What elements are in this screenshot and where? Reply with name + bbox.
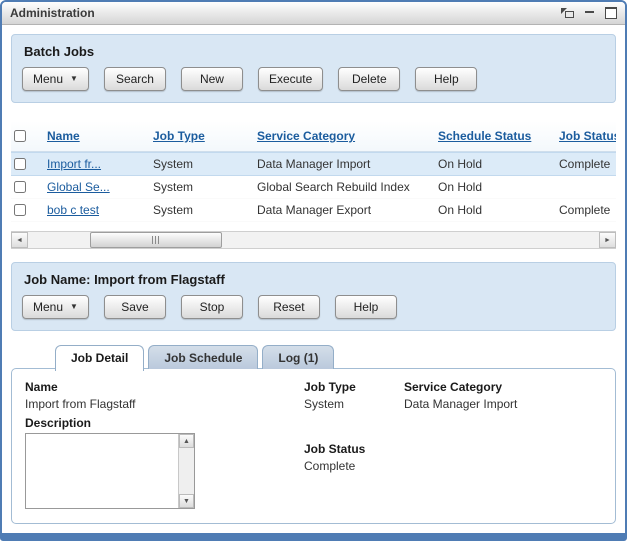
service-category-cell: Data Manager Import	[257, 157, 438, 171]
job-status-cell: Complete	[559, 203, 616, 217]
name-value: Import from Flagstaff	[25, 397, 287, 411]
name-label: Name	[25, 380, 287, 394]
job-type-cell: System	[153, 203, 257, 217]
scroll-left-icon[interactable]: ◄	[11, 232, 28, 248]
job-name-link[interactable]: bob c test	[47, 203, 99, 217]
title-bar: Administration	[2, 2, 625, 25]
schedule-status-cell: On Hold	[438, 157, 559, 171]
description-field[interactable]	[26, 434, 179, 508]
menu-button[interactable]: Menu ▼	[22, 67, 89, 91]
scrollbar-thumb[interactable]	[90, 232, 222, 248]
column-header-service-category[interactable]: Service Category	[257, 129, 355, 143]
service-category-cell: Global Search Rebuild Index	[257, 180, 438, 194]
tab-job-detail[interactable]: Job Detail	[55, 345, 144, 371]
service-category-value: Data Manager Import	[404, 397, 517, 411]
menu-dropdown-icon: ▼	[70, 303, 78, 311]
job-type-label: Job Type	[304, 380, 365, 394]
job-status-cell: Complete	[559, 157, 616, 171]
job-name-title: Job Name: Import from Flagstaff	[24, 272, 605, 287]
menu-button-label: Menu	[33, 300, 63, 314]
help-button[interactable]: Help	[335, 295, 397, 319]
scrollbar-track[interactable]	[28, 232, 599, 248]
undock-window-icon[interactable]	[561, 8, 574, 19]
detail-middle-column: Job Type System Job Status Complete	[304, 380, 365, 478]
scroll-up-icon[interactable]: ▲	[179, 434, 194, 448]
scrollbar-grip-icon	[152, 236, 161, 244]
description-label: Description	[25, 416, 287, 430]
menu-button-label: Menu	[33, 72, 63, 86]
job-toolbar: Menu ▼ Save Stop Reset Help	[22, 295, 605, 319]
horizontal-scrollbar[interactable]: ◄ ►	[11, 231, 616, 249]
description-box: ▲ ▼	[25, 433, 195, 509]
menu-button[interactable]: Menu ▼	[22, 295, 89, 319]
jobs-table: Name Job Type Service Category Schedule …	[11, 121, 616, 249]
scroll-down-icon[interactable]: ▼	[179, 494, 194, 508]
batch-jobs-panel: Batch Jobs Menu ▼ Search New Execute Del…	[11, 34, 616, 103]
row-checkbox[interactable]	[14, 181, 26, 193]
job-type-cell: System	[153, 180, 257, 194]
detail-tabs: Job Detail Job Schedule Log (1)	[55, 345, 616, 369]
window-controls	[561, 7, 617, 19]
select-all-checkbox[interactable]	[14, 130, 26, 142]
table-header-row: Name Job Type Service Category Schedule …	[11, 121, 616, 152]
menu-dropdown-icon: ▼	[70, 75, 78, 83]
detail-right-column: Service Category Data Manager Import	[404, 380, 517, 416]
reset-button[interactable]: Reset	[258, 295, 320, 319]
execute-button[interactable]: Execute	[258, 67, 323, 91]
tab-log[interactable]: Log (1)	[262, 345, 334, 369]
administration-window: Administration Batch Jobs Menu ▼ Search …	[0, 0, 627, 541]
delete-button[interactable]: Delete	[338, 67, 400, 91]
job-type-value: System	[304, 397, 365, 411]
service-category-cell: Data Manager Export	[257, 203, 438, 217]
scroll-right-icon[interactable]: ►	[599, 232, 616, 248]
schedule-status-cell: On Hold	[438, 203, 559, 217]
column-header-schedule-status[interactable]: Schedule Status	[438, 129, 531, 143]
table-row[interactable]: Import fr... System Data Manager Import …	[11, 152, 616, 176]
new-button[interactable]: New	[181, 67, 243, 91]
save-button[interactable]: Save	[104, 295, 166, 319]
row-checkbox[interactable]	[14, 158, 26, 170]
help-button[interactable]: Help	[415, 67, 477, 91]
detail-left-column: Name Import from Flagstaff Description ▲…	[25, 380, 287, 509]
job-name-link[interactable]: Import fr...	[47, 157, 101, 171]
tab-job-schedule[interactable]: Job Schedule	[148, 345, 258, 369]
table-row[interactable]: bob c test System Data Manager Export On…	[11, 199, 616, 222]
job-name-link[interactable]: Global Se...	[47, 180, 110, 194]
minimize-icon[interactable]	[585, 11, 594, 13]
column-header-job-type[interactable]: Job Type	[153, 129, 205, 143]
job-detail-panel: Name Import from Flagstaff Description ▲…	[11, 368, 616, 524]
schedule-status-cell: On Hold	[438, 180, 559, 194]
job-type-cell: System	[153, 157, 257, 171]
maximize-icon[interactable]	[605, 7, 617, 19]
stop-button[interactable]: Stop	[181, 295, 243, 319]
batch-jobs-toolbar: Menu ▼ Search New Execute Delete Help	[22, 67, 605, 91]
service-category-label: Service Category	[404, 380, 517, 394]
job-status-label: Job Status	[304, 442, 365, 456]
window-content: Batch Jobs Menu ▼ Search New Execute Del…	[2, 25, 625, 524]
window-title: Administration	[10, 6, 561, 20]
vertical-scrollbar[interactable]: ▲ ▼	[178, 434, 194, 508]
table-row[interactable]: Global Se... System Global Search Rebuil…	[11, 176, 616, 199]
search-button[interactable]: Search	[104, 67, 166, 91]
row-checkbox[interactable]	[14, 204, 26, 216]
column-header-name[interactable]: Name	[47, 129, 80, 143]
batch-jobs-title: Batch Jobs	[24, 44, 605, 59]
job-status-value: Complete	[304, 459, 365, 473]
column-header-job-status[interactable]: Job Status	[559, 129, 616, 143]
job-name-panel: Job Name: Import from Flagstaff Menu ▼ S…	[11, 262, 616, 331]
